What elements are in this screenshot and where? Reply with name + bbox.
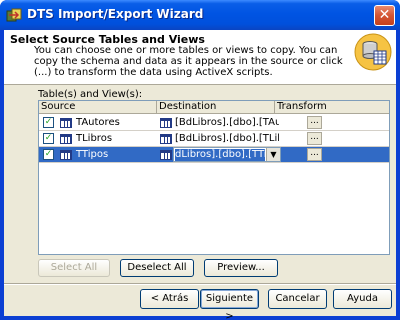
- database-tables-icon: [354, 33, 392, 71]
- dropdown-arrow-icon[interactable]: ▼: [266, 148, 280, 161]
- close-button[interactable]: ✕: [374, 5, 395, 26]
- table-row[interactable]: ✓ TAutores [BdLibros].[dbo].[TAutores] .…: [39, 115, 389, 131]
- wizard-client-area: Select Source Tables and Views You can c…: [4, 30, 396, 320]
- table-icon: [160, 118, 172, 128]
- row-checkbox[interactable]: ✓: [43, 149, 54, 160]
- column-header-transform[interactable]: Transform: [275, 101, 389, 114]
- destination-name[interactable]: [BdLibros].[dbo].[TLibros]: [175, 133, 279, 144]
- help-button[interactable]: Ayuda: [333, 289, 392, 309]
- title-bar[interactable]: DTS Import/Export Wizard ✕: [0, 0, 400, 30]
- select-all-button[interactable]: Select All: [38, 259, 110, 277]
- tables-views-label: Table(s) and View(s):: [38, 89, 143, 100]
- transform-button[interactable]: ...: [307, 132, 322, 145]
- tables-grid[interactable]: Source Destination Transform ✓ TAutores …: [38, 100, 390, 255]
- cancel-button[interactable]: Cancelar: [268, 289, 327, 309]
- separator: [4, 283, 396, 285]
- row-checkbox[interactable]: ✓: [43, 133, 54, 144]
- table-row-selected[interactable]: ✓ TTipos dLibros].[dbo].[TTipos] ▼ ...: [39, 147, 389, 163]
- table-icon: [60, 118, 72, 128]
- deselect-all-button[interactable]: Deselect All: [120, 259, 194, 277]
- transform-button[interactable]: ...: [307, 116, 322, 129]
- column-header-source[interactable]: Source: [39, 101, 157, 114]
- grid-header: Source Destination Transform: [39, 101, 389, 114]
- table-icon: [60, 134, 72, 144]
- dts-app-icon: [6, 8, 22, 22]
- transform-button[interactable]: ...: [307, 148, 322, 161]
- source-name: TLibros: [76, 133, 113, 144]
- close-icon: ✕: [378, 7, 391, 23]
- table-icon: [160, 134, 172, 144]
- row-checkbox[interactable]: ✓: [43, 117, 54, 128]
- window-title: DTS Import/Export Wizard: [27, 7, 204, 21]
- destination-name[interactable]: [BdLibros].[dbo].[TAutores]: [175, 117, 279, 128]
- table-icon: [60, 150, 72, 160]
- table-row[interactable]: ✓ TLibros [BdLibros].[dbo].[TLibros] ...: [39, 131, 389, 147]
- destination-dropdown[interactable]: dLibros].[dbo].[TTipos] ▼: [173, 147, 281, 162]
- table-icon: [160, 150, 172, 160]
- column-header-destination[interactable]: Destination: [157, 101, 275, 114]
- preview-button[interactable]: Preview...: [204, 259, 278, 277]
- source-name: TTipos: [76, 149, 109, 160]
- wizard-header: Select Source Tables and Views You can c…: [4, 30, 396, 85]
- page-description: You can choose one or more tables or vie…: [34, 45, 343, 78]
- next-button[interactable]: Siguiente >: [200, 289, 259, 320]
- source-name: TAutores: [76, 117, 120, 128]
- back-button[interactable]: < Atrás: [140, 289, 199, 309]
- destination-value[interactable]: dLibros].[dbo].[TTipos]: [175, 149, 265, 161]
- wizard-window: DTS Import/Export Wizard ✕ Select Source…: [0, 0, 400, 320]
